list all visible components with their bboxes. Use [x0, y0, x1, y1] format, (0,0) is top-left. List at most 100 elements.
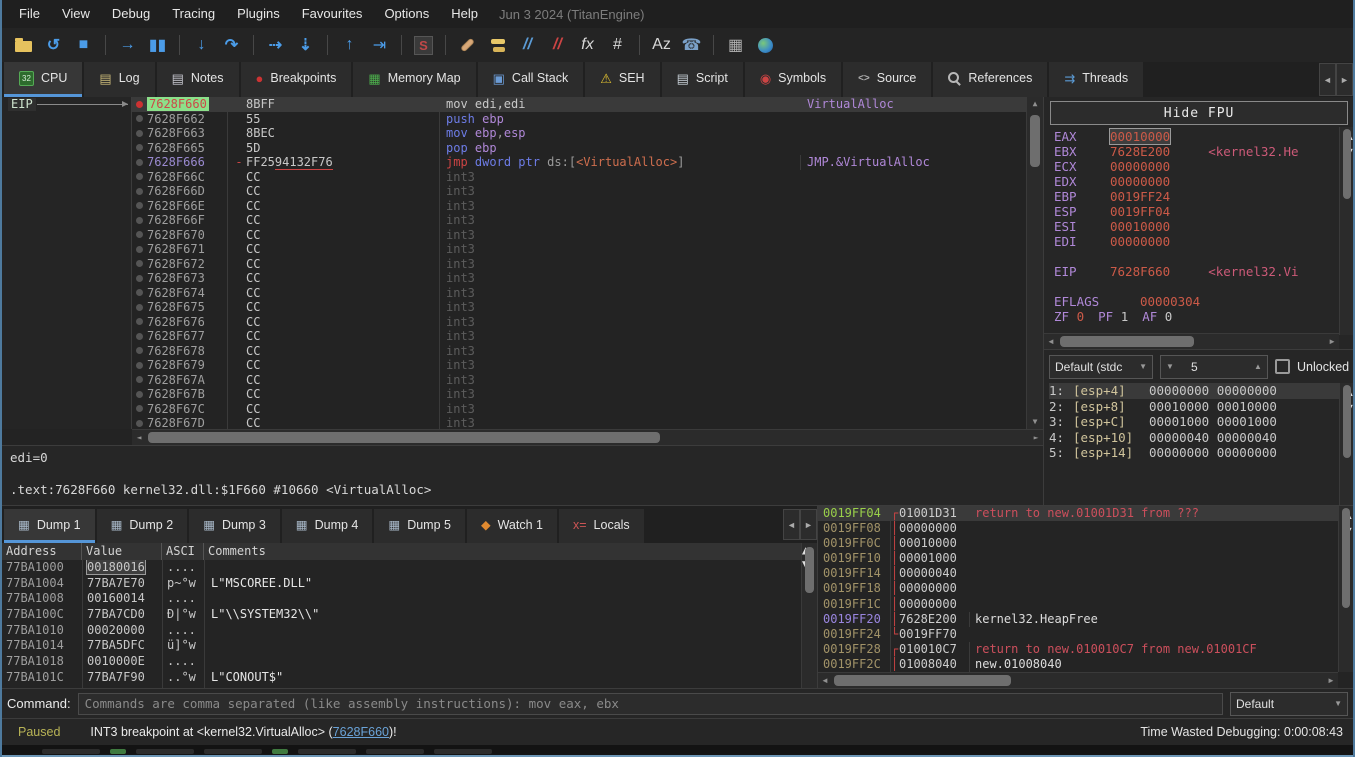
hide-fpu-button[interactable]: Hide FPU	[1050, 101, 1348, 125]
tab-cpu[interactable]: 32CPU	[4, 62, 82, 97]
disasm-row[interactable]: 7628F676CCint3	[132, 315, 1026, 330]
scroll-left-icon[interactable]: ◄	[818, 676, 832, 685]
menu-help[interactable]: Help	[440, 0, 489, 28]
dump-row[interactable]: 77BA100000180016....	[2, 560, 817, 576]
scroll-thumb[interactable]	[805, 547, 814, 593]
scroll-left-icon[interactable]: ◄	[132, 433, 146, 442]
breakpoint-dot-icon[interactable]	[136, 101, 143, 108]
toolbar-run-to-user-code-icon[interactable]: ⇥	[366, 32, 393, 59]
breakpoint-gutter[interactable]	[132, 202, 147, 209]
disasm-row[interactable]: 7628F66ECCint3	[132, 199, 1026, 214]
scroll-thumb[interactable]	[834, 675, 1011, 686]
disasm-row[interactable]: 7628F67DCCint3	[132, 416, 1026, 429]
gutter-dot-icon[interactable]	[136, 376, 143, 383]
registers-vscrollbar[interactable]: ▲ ▼	[1339, 127, 1354, 335]
toolbar-label-icon[interactable]: //	[514, 32, 541, 59]
register-row[interactable]	[1054, 249, 1338, 264]
register-row[interactable]: EIP7628F660<kernel32.Vi	[1054, 264, 1338, 279]
tab-locals[interactable]: x=Locals	[559, 509, 644, 543]
dump-row[interactable]: 77BA10180010000E....	[2, 654, 817, 670]
menu-plugins[interactable]: Plugins	[226, 0, 291, 28]
disasm-row[interactable]: 7628F67CCCint3	[132, 402, 1026, 417]
breakpoint-gutter[interactable]	[132, 405, 147, 412]
toolbar-restart-icon[interactable]: ↺	[40, 32, 67, 59]
menu-options[interactable]: Options	[373, 0, 440, 28]
arguments-vscrollbar[interactable]: ▲ ▼	[1339, 383, 1354, 505]
spinner-down-icon[interactable]: ▼	[1161, 362, 1179, 371]
scroll-thumb[interactable]	[1343, 129, 1351, 199]
menu-view[interactable]: View	[51, 0, 101, 28]
argument-row[interactable]: 1:[esp+4]00000000 00000000	[1049, 383, 1354, 399]
toolbar-pause-icon[interactable]: ▮▮	[144, 32, 171, 59]
dump-row[interactable]: 77BA100477BA7E70p~°wL"MSCOREE.DLL"	[2, 576, 817, 592]
tab-dump-1[interactable]: ▦Dump 1	[4, 509, 95, 543]
disasm-row[interactable]: 7628F672CCint3	[132, 257, 1026, 272]
scroll-thumb[interactable]	[1342, 508, 1350, 608]
tab-dump-2[interactable]: ▦Dump 2	[97, 509, 188, 543]
scroll-left-icon[interactable]: ◄	[1044, 337, 1058, 346]
tab-dump-5[interactable]: ▦Dump 5	[374, 509, 465, 543]
breakpoint-gutter[interactable]	[132, 318, 147, 325]
scroll-thumb[interactable]	[1343, 385, 1351, 458]
register-row[interactable]: EBX7628E200<kernel32.He	[1054, 144, 1338, 159]
dump-row[interactable]: 77BA101000020000....	[2, 623, 817, 639]
stack-row[interactable]: 0019FF28┌010010C7return to new.010010C7 …	[818, 642, 1338, 657]
stack-hscrollbar[interactable]: ◄ ►	[818, 672, 1338, 688]
breakpoint-gutter[interactable]	[132, 289, 147, 296]
dump-header-value[interactable]: Value	[82, 543, 162, 560]
gutter-dot-icon[interactable]	[136, 231, 143, 238]
gutter-dot-icon[interactable]	[136, 391, 143, 398]
argument-row[interactable]: 2:[esp+8]00010000 00010000	[1049, 399, 1354, 415]
gutter-dot-icon[interactable]	[136, 144, 143, 151]
scroll-right-icon[interactable]: ►	[1325, 337, 1339, 346]
gutter-dot-icon[interactable]	[136, 188, 143, 195]
gutter-dot-icon[interactable]	[136, 405, 143, 412]
register-row[interactable]: ECX00000000	[1054, 159, 1338, 174]
gutter-dot-icon[interactable]	[136, 289, 143, 296]
menu-tracing[interactable]: Tracing	[161, 0, 226, 28]
dump-header-address[interactable]: Address	[2, 543, 82, 560]
scroll-thumb[interactable]	[1060, 336, 1194, 347]
spinner-up-icon[interactable]: ▲	[1249, 362, 1267, 371]
dump-row[interactable]: 77BA101C77BA7F90..°wL"CONOUT$"	[2, 670, 817, 686]
tab-breakpoints[interactable]: ●Breakpoints	[241, 62, 352, 97]
breakpoint-gutter[interactable]	[132, 275, 147, 282]
registers-hscrollbar[interactable]: ◄ ►	[1044, 333, 1339, 349]
gutter-dot-icon[interactable]	[136, 420, 143, 427]
gutter-dot-icon[interactable]	[136, 333, 143, 340]
scroll-right-icon[interactable]: ►	[1029, 433, 1043, 442]
dump-row[interactable]: 77BA10200005000C	[2, 686, 817, 689]
scroll-thumb[interactable]	[1030, 115, 1040, 167]
toolbar-open-file-icon[interactable]	[10, 32, 37, 59]
breakpoint-gutter[interactable]	[132, 391, 147, 398]
breakpoint-gutter[interactable]	[132, 101, 147, 108]
gutter-dot-icon[interactable]	[136, 159, 143, 166]
register-row[interactable]: EDI00000000	[1054, 234, 1338, 249]
argument-row[interactable]: 3:[esp+C]00001000 00001000	[1049, 414, 1354, 430]
menu-file[interactable]: File	[8, 0, 51, 28]
breakpoint-gutter[interactable]	[132, 376, 147, 383]
toolbar-hash-icon[interactable]: #	[604, 32, 631, 59]
disasm-row[interactable]: 7628F66CCCint3	[132, 170, 1026, 185]
toolbar-stop-icon[interactable]: ■	[70, 32, 97, 59]
gutter-dot-icon[interactable]	[136, 130, 143, 137]
breakpoint-gutter[interactable]	[132, 246, 147, 253]
stack-row[interactable]: 0019FF04┌01001D31return to new.01001D31 …	[818, 506, 1338, 521]
tab-scroll-left-icon[interactable]: ◄	[1319, 63, 1336, 96]
register-row[interactable]: ESI00010000	[1054, 219, 1338, 234]
disasm-row[interactable]: 7628F6655Dpop ebp	[132, 141, 1026, 156]
dump-row[interactable]: 77BA100C77BA7CD0Ð|°wL"\\SYSTEM32\\"	[2, 607, 817, 623]
disasm-row[interactable]: 7628F675CCint3	[132, 300, 1026, 315]
toolbar-step-into-icon[interactable]: ↓	[188, 32, 215, 59]
tab-dump-4[interactable]: ▦Dump 4	[282, 509, 373, 543]
tab-references[interactable]: References	[933, 62, 1047, 97]
gutter-dot-icon[interactable]	[136, 217, 143, 224]
stack-row[interactable]: 0019FF24└0019FF70	[818, 627, 1338, 642]
breakpoint-gutter[interactable]	[132, 130, 147, 137]
stack-row[interactable]: 0019FF20│7628E200kernel32.HeapFree	[818, 612, 1338, 627]
argument-count-spinner[interactable]: ▼ 5 ▲	[1160, 355, 1268, 379]
toolbar-calculator-icon[interactable]: ▦	[722, 32, 749, 59]
breakpoint-gutter[interactable]	[132, 173, 147, 180]
tab-watch-1[interactable]: ◆Watch 1	[467, 509, 557, 543]
toolbar-notes-globe-icon[interactable]	[752, 32, 779, 59]
